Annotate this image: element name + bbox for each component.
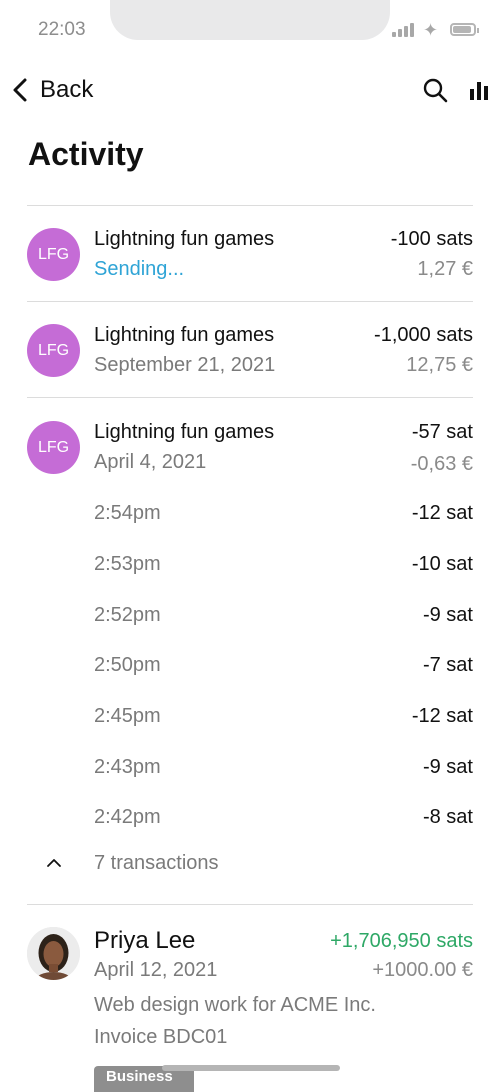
collapse-group-button[interactable]: 7 transactions (0, 846, 500, 882)
transaction-amount: -100 sats (390, 228, 473, 250)
divider (27, 397, 473, 398)
sub-transaction-time: 2:45pm (94, 705, 161, 727)
sub-transaction-amount: -12 sat (411, 502, 473, 524)
transaction-date: April 12, 2021 (94, 959, 218, 981)
transaction-fiat: 12,75 € (406, 354, 473, 376)
merchant-avatar: LFG (27, 324, 80, 377)
sub-transaction-row[interactable]: 2:52pm -9 sat (0, 596, 500, 636)
cellular-signal-icon (392, 23, 416, 37)
page-title: Activity (28, 136, 144, 172)
status-time: 22:03 (38, 19, 86, 40)
sub-transaction-row[interactable]: 2:53pm -10 sat (0, 545, 500, 585)
battery-icon (450, 23, 479, 36)
transaction-fiat: +1000.00 € (372, 959, 473, 981)
transaction-amount: -1,000 sats (374, 324, 473, 346)
sub-transaction-amount: -10 sat (411, 553, 473, 575)
sub-transaction-row[interactable]: 2:43pm -9 sat (0, 748, 500, 788)
home-indicator (162, 1065, 340, 1071)
sub-transaction-amount: -7 sat (422, 654, 473, 676)
sub-transaction-time: 2:53pm (94, 553, 161, 575)
sub-transaction-amount: -9 sat (422, 756, 473, 778)
transaction-date: September 21, 2021 (94, 354, 276, 376)
contact-name: Priya Lee (94, 927, 196, 954)
transaction-fiat: 1,27 € (417, 258, 473, 280)
divider (27, 904, 473, 905)
transaction-amount: -57 sat (411, 421, 473, 443)
transaction-name: Lightning fun games (94, 421, 275, 443)
sub-transaction-amount: -12 sat (411, 705, 473, 727)
sub-transaction-time: 2:52pm (94, 604, 161, 626)
transaction-amount: +1,706,950 sats (330, 930, 473, 952)
transaction-row[interactable]: Priya Lee April 12, 2021 +1,706,950 sats… (0, 918, 500, 1083)
sub-transaction-row[interactable]: 2:42pm -8 sat (0, 798, 500, 838)
sub-transaction-amount: -9 sat (422, 604, 473, 626)
merchant-avatar: LFG (27, 421, 80, 474)
sub-transaction-row[interactable]: 2:54pm -12 sat (0, 494, 500, 534)
back-button[interactable]: Back (10, 70, 93, 110)
back-label: Back (40, 76, 94, 103)
transaction-date: April 4, 2021 (94, 451, 207, 473)
sub-transaction-amount: -8 sat (422, 806, 473, 828)
transaction-count: 7 transactions (94, 852, 219, 874)
status-bar: 22:03 ✦ (0, 0, 500, 52)
transaction-invoice: Invoice BDC01 (94, 1026, 228, 1048)
transaction-group-row[interactable]: LFG Lightning fun games April 4, 2021 -5… (0, 411, 500, 491)
merchant-avatar: LFG (27, 228, 80, 281)
top-navigation: Back (0, 70, 500, 110)
transaction-row[interactable]: LFG Lightning fun games September 21, 20… (0, 314, 500, 394)
bar-chart-icon[interactable] (468, 79, 490, 101)
sub-transaction-time: 2:50pm (94, 654, 161, 676)
search-icon[interactable] (422, 77, 448, 103)
transaction-name: Lightning fun games (94, 228, 275, 250)
transaction-name: Lightning fun games (94, 324, 275, 346)
device-notch (110, 0, 390, 40)
transaction-status: Sending... (94, 258, 185, 280)
divider (27, 205, 473, 206)
chevron-left-icon (13, 78, 27, 102)
transaction-row[interactable]: LFG Lightning fun games Sending... -100 … (0, 218, 500, 298)
transaction-description: Web design work for ACME Inc. (94, 994, 376, 1016)
sub-transaction-row[interactable]: 2:45pm -12 sat (0, 697, 500, 737)
divider (27, 301, 473, 302)
chevron-up-icon (47, 859, 61, 867)
network-icon: ✦ (423, 20, 439, 40)
transaction-fiat: -0,63 € (410, 453, 473, 475)
sub-transaction-time: 2:43pm (94, 756, 161, 778)
contact-avatar (27, 927, 80, 980)
sub-transaction-time: 2:42pm (94, 806, 161, 828)
sub-transaction-row[interactable]: 2:50pm -7 sat (0, 646, 500, 686)
sub-transaction-time: 2:54pm (94, 502, 161, 524)
